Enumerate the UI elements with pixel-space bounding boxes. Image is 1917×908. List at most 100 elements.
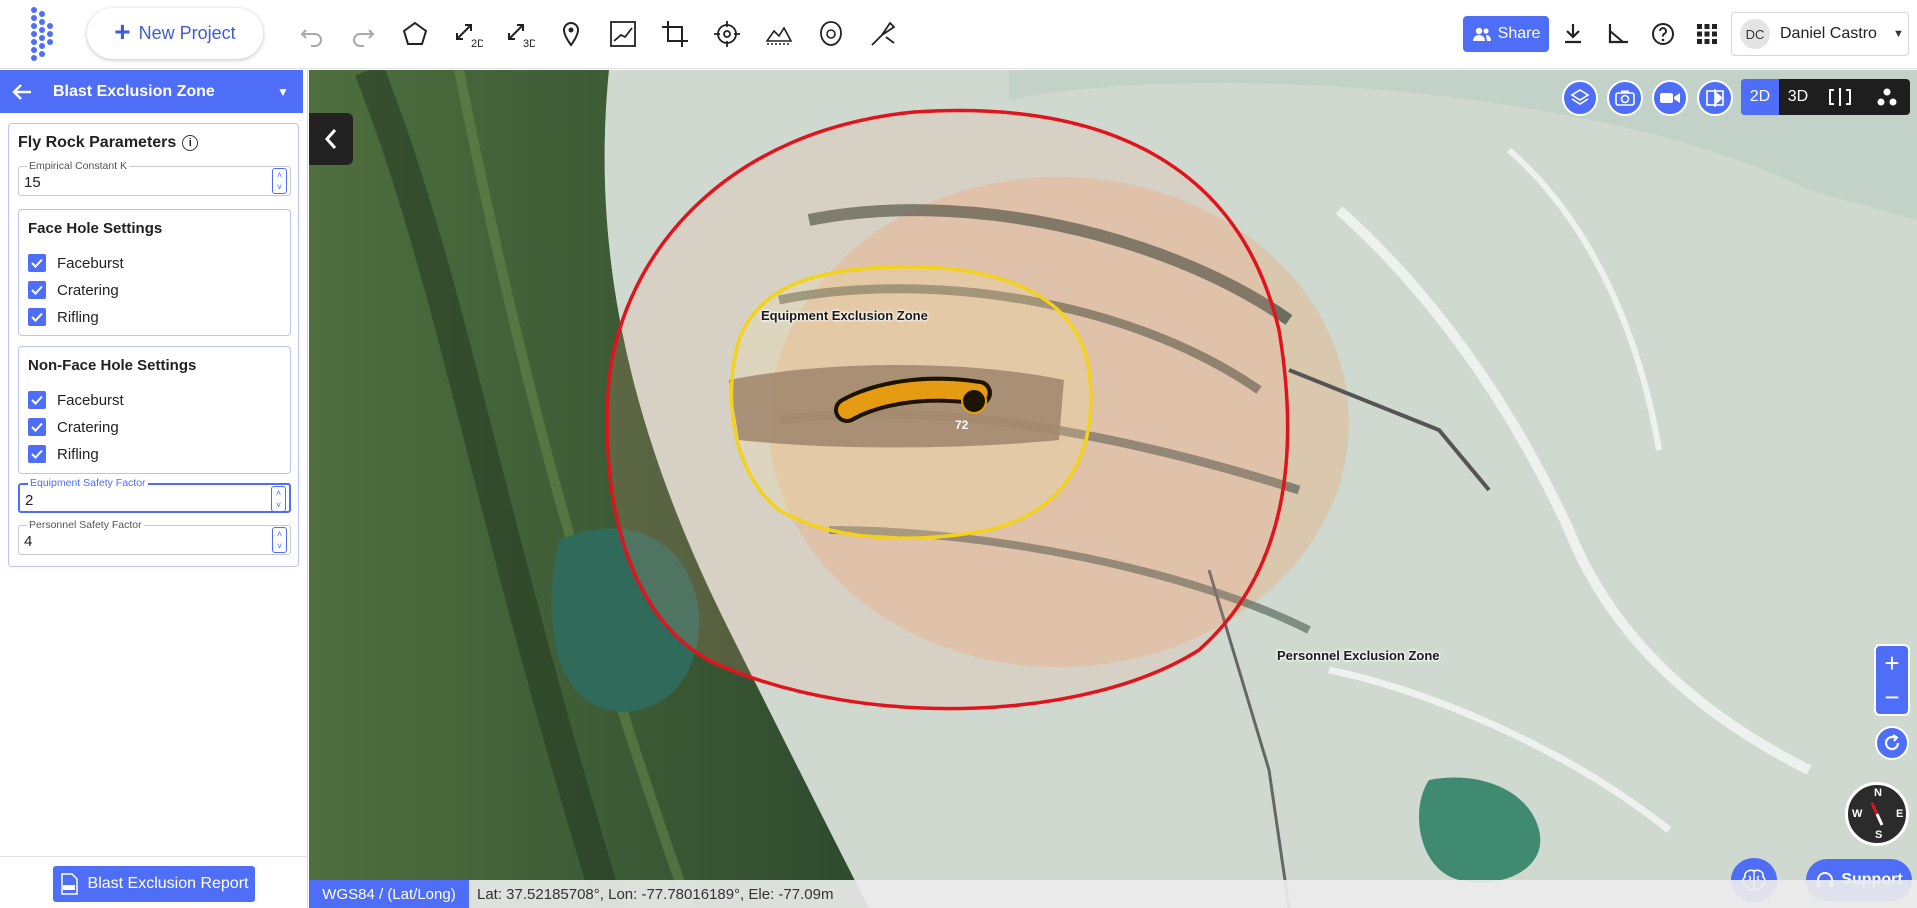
pin-tool[interactable] [551, 14, 591, 54]
user-menu[interactable]: DC Daniel Castro ▼ [1731, 12, 1909, 56]
arrow-left-icon [12, 83, 31, 100]
zoom-in-button[interactable]: + [1884, 650, 1899, 676]
non-face-hole-settings: Non-Face Hole Settings Faceburst Crateri… [18, 346, 291, 474]
checkbox-row[interactable]: Cratering [28, 418, 119, 436]
camera-icon [1615, 90, 1635, 106]
checkbox-cratering[interactable] [28, 418, 46, 436]
polygon-tool[interactable] [395, 14, 435, 54]
measure-button[interactable] [1598, 14, 1638, 54]
blast-zone-panel: Blast Exclusion Zone ▼ Fly Rock Paramete… [0, 70, 308, 908]
compass-needle-icon [1870, 802, 1884, 826]
map-viewport[interactable]: Equipment Exclusion Zone Personnel Exclu… [309, 70, 1917, 908]
back-button[interactable] [0, 83, 44, 101]
share-button[interactable]: Share [1463, 16, 1549, 52]
new-project-label: New Project [138, 23, 236, 43]
zoom-out-button[interactable]: − [1884, 684, 1899, 710]
help-icon [1652, 23, 1674, 45]
hole-count-badge[interactable]: 72 [955, 418, 968, 432]
video-button[interactable] [1652, 80, 1688, 116]
chevron-down-icon[interactable]: ˅ [277, 542, 282, 551]
checkbox-label: Cratering [57, 418, 119, 436]
undo-button[interactable] [292, 14, 332, 54]
report-button-label: Blast Exclusion Report [87, 875, 249, 892]
view-2d-button[interactable]: 2D [1741, 79, 1779, 115]
info-icon[interactable]: i [182, 135, 199, 151]
chevron-up-icon[interactable]: ˄ [277, 171, 282, 180]
check-icon [31, 285, 43, 295]
personnel-exclusion-zone-label: Personnel Exclusion Zone [1277, 648, 1440, 663]
panel-dropdown-button[interactable]: ▼ [263, 85, 303, 99]
check-icon [31, 258, 43, 268]
users-icon [1472, 27, 1491, 41]
blast-exclusion-report-button[interactable]: Blast Exclusion Report [53, 866, 255, 902]
profile-tool[interactable] [603, 14, 643, 54]
checkbox-row[interactable]: Rifling [28, 308, 99, 326]
app-logo[interactable] [22, 6, 62, 62]
split-view-icon [1829, 88, 1851, 106]
view-3d-button[interactable]: 3D [1779, 79, 1817, 115]
split-view-button[interactable] [1817, 79, 1863, 115]
stepper[interactable]: ˄ ˅ [272, 168, 287, 194]
checkbox-faceburst[interactable] [28, 391, 46, 409]
help-button[interactable] [1643, 14, 1683, 54]
panel-header: Blast Exclusion Zone ▼ [0, 70, 303, 113]
rotate-icon [1884, 734, 1900, 751]
reset-rotation-button[interactable] [1875, 726, 1909, 760]
measure-2d-tool[interactable]: 2D [448, 14, 488, 54]
plus-icon: + [114, 16, 131, 47]
field-label: Equipment Safety Factor [28, 477, 148, 489]
checkbox-rifling[interactable] [28, 445, 46, 463]
field-value: 15 [24, 174, 41, 191]
chevron-up-icon[interactable]: ˄ [277, 530, 282, 539]
terrain-tool[interactable] [759, 14, 799, 54]
measure-2d-icon: 2D [456, 24, 483, 49]
equipment-exclusion-zone-label: Equipment Exclusion Zone [761, 308, 928, 323]
new-project-button[interactable]: + New Project [87, 8, 263, 59]
checkbox-rifling[interactable] [28, 308, 46, 326]
blast-icon [820, 21, 842, 46]
checkbox-row[interactable]: Faceburst [28, 391, 124, 409]
location-pin-icon [562, 21, 580, 47]
measure-3d-tool[interactable]: 3D [500, 14, 540, 54]
redo-button[interactable] [343, 14, 383, 54]
field-label: Empirical Constant K [27, 160, 130, 172]
ruler-angle-icon [1608, 24, 1628, 44]
checkbox-row[interactable]: Faceburst [28, 254, 124, 272]
checkbox-cratering[interactable] [28, 281, 46, 299]
stepper[interactable]: ˄ ˅ [271, 486, 286, 512]
pdf-file-icon [60, 873, 78, 895]
stepper[interactable]: ˄ ˅ [272, 527, 287, 553]
drill-tool[interactable] [863, 14, 903, 54]
personnel-safety-factor-field[interactable]: Personnel Safety Factor 4 ˄ ˅ [18, 519, 291, 555]
chevron-left-icon [324, 129, 337, 149]
measure-3d-icon: 3D [508, 24, 535, 49]
compass[interactable]: N S E W [1845, 782, 1909, 846]
fly-rock-parameters-card: Fly Rock Parameters i Empirical Constant… [8, 123, 299, 567]
check-icon [31, 422, 43, 432]
svg-text:3D: 3D [523, 38, 535, 49]
checkbox-row[interactable]: Cratering [28, 281, 119, 299]
chevron-up-icon[interactable]: ˄ [276, 489, 281, 498]
chevron-down-icon[interactable]: ˅ [276, 501, 281, 510]
apps-button[interactable] [1687, 14, 1727, 54]
compare-button[interactable] [1697, 80, 1733, 116]
field-value: 4 [24, 533, 33, 550]
target-tool[interactable] [707, 14, 747, 54]
point-cloud-button[interactable] [1863, 79, 1910, 115]
screenshot-button[interactable] [1607, 80, 1643, 116]
view-mode-toggle: 2D 3D [1741, 79, 1910, 115]
equipment-safety-factor-field[interactable]: Equipment Safety Factor 2 ˄ ˅ [18, 477, 291, 513]
field-value: 2 [25, 492, 34, 509]
svg-text:2D: 2D [471, 38, 483, 49]
crop-tool[interactable] [655, 14, 695, 54]
chevron-down-icon[interactable]: ˅ [277, 183, 282, 192]
blast-tool[interactable] [811, 14, 851, 54]
checkbox-row[interactable]: Rifling [28, 445, 99, 463]
group-title: Non-Face Hole Settings [28, 357, 197, 374]
crs-selector[interactable]: WGS84 / (Lat/Long) [309, 880, 469, 908]
empirical-constant-field[interactable]: Empirical Constant K 15 ˄ ˅ [18, 160, 291, 196]
checkbox-faceburst[interactable] [28, 254, 46, 272]
download-button[interactable] [1553, 14, 1593, 54]
collapse-panel-button[interactable] [309, 113, 353, 165]
layers-button[interactable] [1562, 80, 1598, 116]
